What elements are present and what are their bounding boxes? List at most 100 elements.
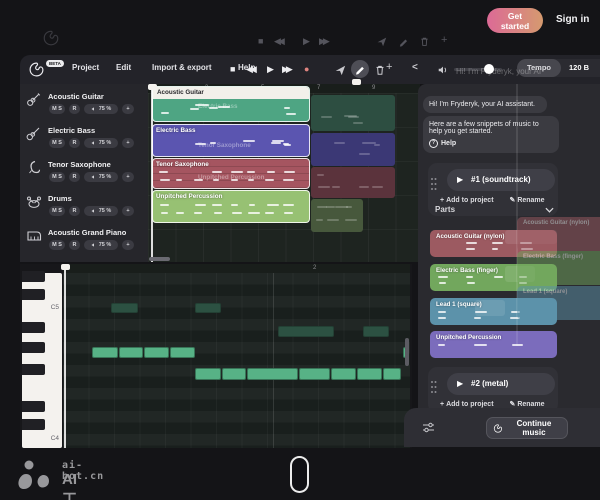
- fast-forward-button[interactable]: ▶▶: [282, 63, 290, 75]
- continue-music-button[interactable]: Continue music: [486, 417, 568, 439]
- rename-link[interactable]: ✎ Rename: [510, 401, 545, 408]
- clip-tail[interactable]: [311, 199, 363, 232]
- midi-note[interactable]: [111, 303, 138, 313]
- piano-key-black[interactable]: [22, 289, 45, 300]
- vertical-scrollbar[interactable]: [405, 338, 409, 366]
- collapse-icon[interactable]: <: [412, 62, 418, 74]
- clip-tenor-saxophone[interactable]: Tenor Saxophone Unpitched Percussion: [152, 158, 310, 189]
- midi-note[interactable]: [363, 326, 389, 337]
- horizontal-scrollbar[interactable]: [149, 257, 170, 261]
- chevron-down-icon[interactable]: [545, 207, 554, 213]
- midi-note[interactable]: [195, 303, 221, 313]
- piano-key-black[interactable]: [22, 401, 45, 412]
- midi-note[interactable]: [331, 368, 356, 380]
- track-row[interactable]: Tenor Saxophone M S R 75 % +: [20, 158, 148, 192]
- playhead-marker-icon[interactable]: [61, 264, 70, 270]
- clip-acoustic-guitar[interactable]: Acoustic Guitar Electric Bass: [152, 86, 310, 122]
- mute-solo-buttons[interactable]: M S: [49, 104, 65, 114]
- midi-note[interactable]: [170, 347, 195, 358]
- volume-control[interactable]: 75 %: [84, 172, 118, 182]
- play-icon[interactable]: ▶: [457, 379, 463, 388]
- piano-key-black[interactable]: [22, 271, 45, 282]
- track-more-button[interactable]: +: [122, 172, 134, 182]
- menu-project[interactable]: Project: [72, 63, 99, 72]
- clip-tail[interactable]: [311, 95, 395, 131]
- delete-tool-button[interactable]: [374, 64, 386, 76]
- record-arm-button[interactable]: R: [69, 104, 80, 114]
- track-row[interactable]: Acoustic Grand Piano M S R 75 % +: [20, 226, 148, 260]
- rename-link[interactable]: ✎ Rename: [510, 197, 545, 204]
- note-dash: [283, 204, 294, 206]
- piano-roll-grid[interactable]: [63, 273, 410, 448]
- clip-tail[interactable]: [311, 133, 395, 166]
- parts-section-header[interactable]: Parts: [435, 205, 455, 214]
- pencil-tool-button[interactable]: [351, 60, 369, 78]
- volume-control[interactable]: 75 %: [84, 240, 118, 250]
- clip-electric-bass[interactable]: Electric Bass Tenor Saxophone: [152, 124, 310, 157]
- piano-key-black[interactable]: [22, 342, 45, 353]
- stop-button[interactable]: ■: [230, 63, 235, 75]
- midi-note[interactable]: [299, 368, 330, 380]
- volume-control[interactable]: 75 %: [84, 104, 118, 114]
- playhead-marker-icon[interactable]: [148, 84, 157, 90]
- record-arm-button[interactable]: R: [69, 206, 80, 216]
- piano-keyboard[interactable]: C5 C4: [22, 273, 62, 448]
- part-unpitched-percussion[interactable]: Unpitched Percussion: [430, 331, 557, 358]
- midi-note[interactable]: [92, 347, 118, 358]
- timeline-playhead[interactable]: [151, 84, 153, 262]
- midi-note[interactable]: [222, 368, 246, 380]
- piano-key-black[interactable]: [22, 419, 45, 430]
- clip-unpitched-percussion[interactable]: Unpitched Percussion: [152, 190, 310, 223]
- record-arm-button[interactable]: R: [69, 240, 80, 250]
- track-row[interactable]: Drums M S R 75 % +: [20, 192, 148, 226]
- arrangement-timeline[interactable]: 3 5 7 9 Acoustic Guitar Electric Bass El…: [148, 84, 420, 262]
- midi-note[interactable]: [195, 368, 221, 380]
- play-button[interactable]: ▶: [267, 63, 274, 75]
- add-to-project-link[interactable]: Add to project: [440, 401, 494, 408]
- rewind-button[interactable]: ◀◀: [246, 63, 254, 75]
- sign-in-button[interactable]: Sign in: [550, 13, 595, 26]
- mute-solo-buttons[interactable]: M S: [49, 138, 65, 148]
- snippet-play-pill[interactable]: ▶ #2 (metal): [447, 373, 555, 395]
- track-more-button[interactable]: +: [122, 138, 134, 148]
- volume-control[interactable]: 75 %: [84, 206, 118, 216]
- cursor-tool-button[interactable]: [334, 64, 346, 76]
- settings-sliders-icon[interactable]: [422, 422, 435, 433]
- record-button[interactable]: ●: [304, 63, 309, 75]
- midi-note[interactable]: [278, 326, 334, 337]
- piano-roll-editor[interactable]: 2 C5 C4: [20, 264, 412, 448]
- midi-note[interactable]: [119, 347, 143, 358]
- midi-note[interactable]: [144, 347, 169, 358]
- snippet-play-pill[interactable]: ▶ #1 (soundtrack): [447, 169, 555, 191]
- record-arm-button[interactable]: R: [69, 138, 80, 148]
- get-started-button[interactable]: Get started: [487, 8, 543, 33]
- piano-roll-playhead[interactable]: [64, 266, 66, 448]
- add-track-button[interactable]: +: [386, 61, 392, 73]
- mute-solo-buttons[interactable]: M S: [49, 240, 65, 250]
- drag-handle-icon[interactable]: [430, 380, 437, 394]
- piano-key-black[interactable]: [22, 364, 45, 375]
- menu-import-export[interactable]: Import & export: [152, 63, 212, 72]
- timeline-marker-icon[interactable]: [352, 79, 361, 85]
- track-more-button[interactable]: +: [122, 240, 134, 250]
- volume-icon[interactable]: [437, 64, 449, 76]
- record-arm-button[interactable]: R: [69, 172, 80, 182]
- add-to-project-link[interactable]: Add to project: [440, 197, 494, 204]
- piano-key-black[interactable]: [22, 322, 45, 333]
- track-more-button[interactable]: +: [122, 206, 134, 216]
- clip-tail[interactable]: [311, 167, 395, 198]
- midi-note[interactable]: [383, 368, 401, 380]
- drag-handle-icon[interactable]: [430, 177, 437, 191]
- app-logo-icon[interactable]: [28, 61, 45, 78]
- track-more-button[interactable]: +: [122, 104, 134, 114]
- volume-control[interactable]: 75 %: [84, 138, 118, 148]
- track-row[interactable]: Acoustic Guitar M S R 75 % +: [20, 90, 148, 124]
- help-link[interactable]: Help: [429, 139, 456, 148]
- midi-note[interactable]: [357, 368, 382, 380]
- track-row[interactable]: Electric Bass M S R 75 % +: [20, 124, 148, 158]
- play-icon[interactable]: ▶: [457, 175, 463, 184]
- mute-solo-buttons[interactable]: M S: [49, 206, 65, 216]
- mute-solo-buttons[interactable]: M S: [49, 172, 65, 182]
- midi-note[interactable]: [247, 368, 298, 380]
- menu-edit[interactable]: Edit: [116, 63, 131, 72]
